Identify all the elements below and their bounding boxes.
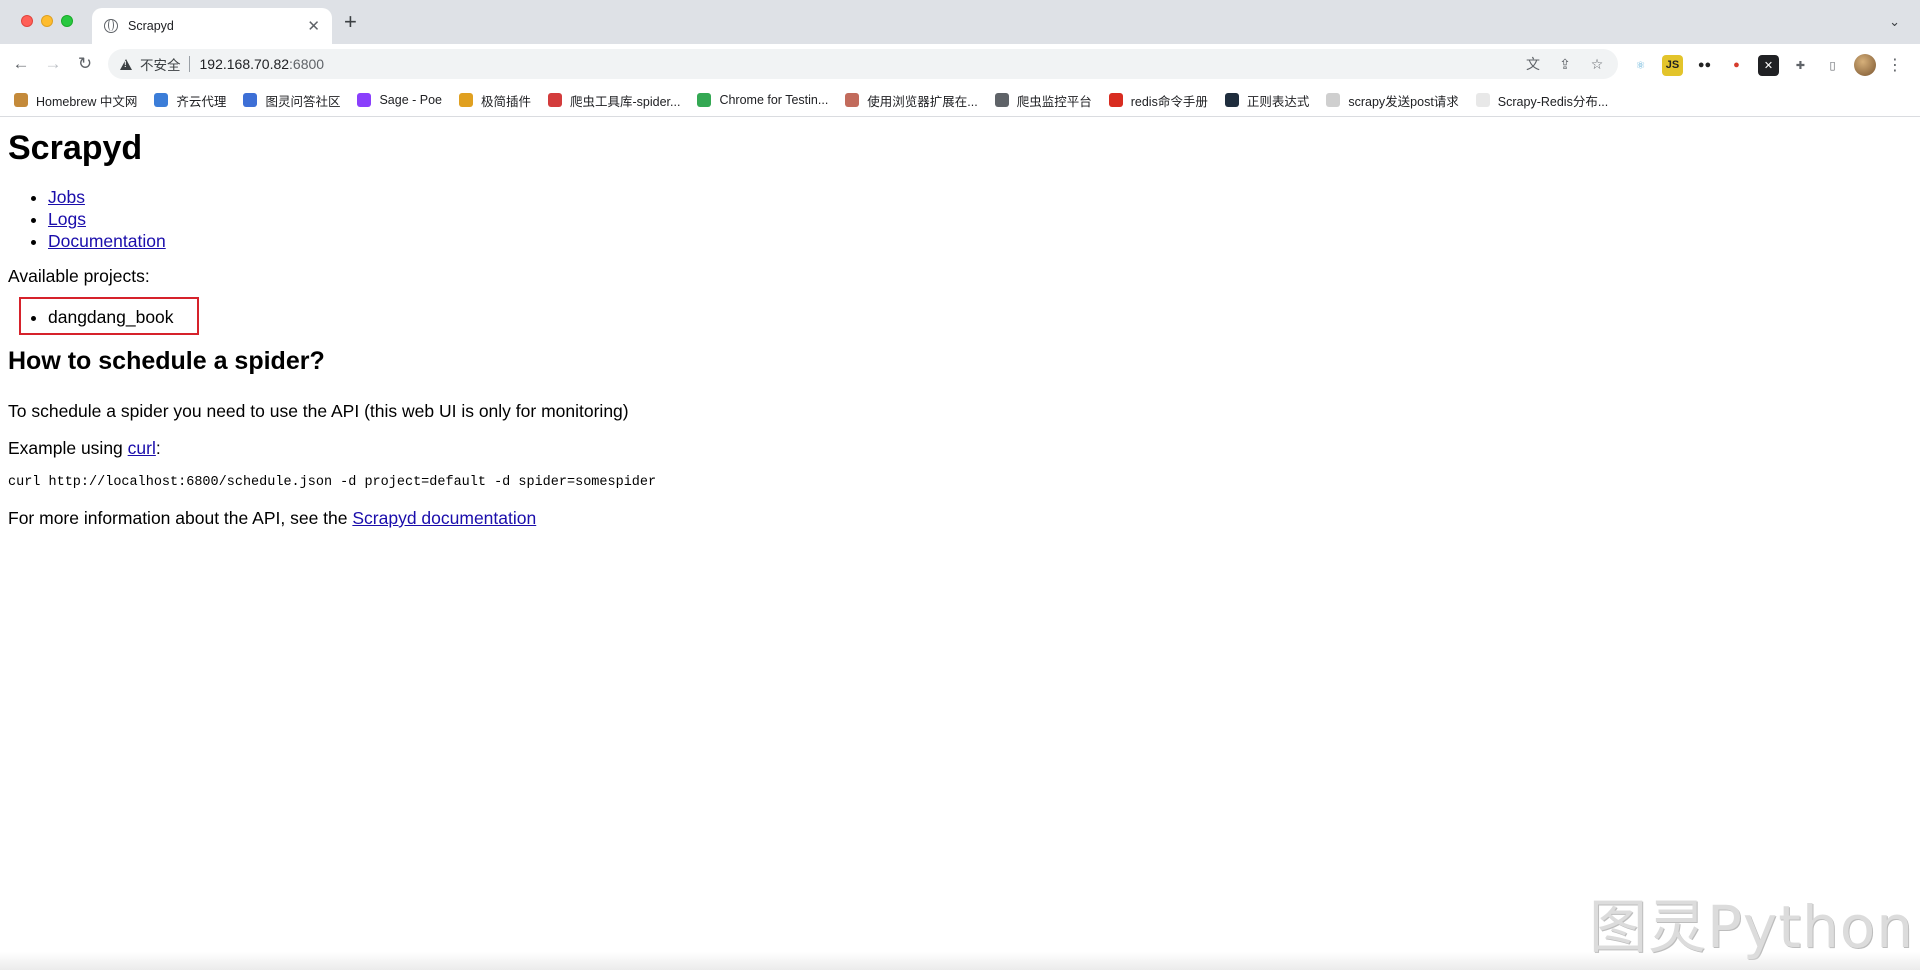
x-icon[interactable]: ✕ — [1758, 54, 1779, 76]
tab-title: Scrapyd — [128, 19, 174, 33]
maximize-window-button[interactable] — [61, 15, 73, 27]
puzzle-icon[interactable]: ✚ — [1790, 55, 1811, 76]
extensions-area: ⚛ JS ●● ● ✕ ✚ ▯ ⋮ — [1630, 54, 1903, 76]
bookmark-favicon-icon — [14, 93, 28, 107]
bookmark-label: 爬虫监控平台 — [1016, 94, 1092, 109]
bookmark-favicon-icon — [243, 93, 258, 107]
bookmark-label: 图灵问答社区 — [265, 94, 341, 109]
bookmark-label: 正则表达式 — [1246, 94, 1310, 109]
bottom-shadow — [0, 952, 1920, 970]
bookmark-label: Scrapy-Redis分布... — [1497, 94, 1609, 109]
close-tab-icon[interactable]: ✕ — [307, 19, 320, 34]
bookmark-item[interactable]: 爬虫监控平台 — [994, 91, 1092, 110]
bookmark-item[interactable]: scrapy发送post请求 — [1326, 91, 1459, 110]
projects-list: dangdang_book — [21, 306, 174, 328]
project-item: dangdang_book — [48, 306, 174, 328]
address-bar-actions: 文 ⇪ ☆ — [1524, 55, 1606, 73]
js-icon[interactable]: JS — [1662, 54, 1683, 76]
bookmark-favicon-icon — [459, 93, 473, 107]
page-content: Scrapyd Jobs Logs Documentation Availabl… — [0, 117, 1920, 970]
bookmark-favicon-icon — [1475, 93, 1490, 107]
example-suffix: : — [155, 438, 161, 458]
bookmark-favicon-icon — [548, 93, 563, 107]
close-window-button[interactable] — [21, 15, 33, 27]
more-info-prefix: For more information about the API, see … — [8, 508, 353, 528]
bookmark-item[interactable]: 爬虫工具库-spider... — [548, 91, 680, 110]
bookmark-item[interactable]: Homebrew 中文网 — [14, 91, 137, 110]
curl-link[interactable]: curl — [128, 438, 156, 458]
tab-scrapyd[interactable]: Scrapyd ✕ — [92, 8, 332, 44]
browser-chrome: Scrapyd ✕ + ⌄ ← → ↻ 不安全 192.168.70.82 :6… — [0, 0, 1920, 117]
share-icon[interactable]: ⇪ — [1556, 55, 1574, 73]
bookmark-item[interactable]: Sage - Poe — [357, 93, 442, 107]
sidepanel-icon[interactable]: ▯ — [1822, 55, 1843, 76]
jobs-link[interactable]: Jobs — [48, 187, 85, 207]
bookmark-label: scrapy发送post请求 — [1348, 94, 1459, 109]
bookmark-favicon-icon — [697, 93, 712, 107]
bookmark-favicon-icon — [1224, 93, 1239, 107]
address-bar[interactable]: 不安全 192.168.70.82 :6800 文 ⇪ ☆ — [108, 49, 1618, 79]
documentation-link[interactable]: Documentation — [48, 231, 166, 251]
tab-bar: Scrapyd ✕ + ⌄ — [0, 0, 1920, 44]
avatar[interactable] — [1854, 54, 1876, 76]
security-label[interactable]: 不安全 — [140, 54, 181, 74]
howto-heading: How to schedule a spider? — [8, 347, 325, 375]
bookmark-label: Chrome for Testin... — [719, 93, 829, 107]
more-info-line: For more information about the API, see … — [8, 508, 656, 529]
logs-link[interactable]: Logs — [48, 209, 86, 229]
bookmark-item[interactable]: Chrome for Testin... — [697, 93, 828, 107]
url-host[interactable]: 192.168.70.82 — [200, 56, 290, 72]
react-icon[interactable]: ⚛ — [1630, 55, 1651, 76]
bookmark-label: 极简插件 — [481, 94, 532, 109]
more-menu-icon[interactable]: ⋮ — [1887, 55, 1903, 75]
bookmark-item[interactable]: 正则表达式 — [1224, 91, 1310, 110]
star-icon[interactable]: ☆ — [1588, 55, 1606, 73]
code-example: curl http://localhost:6800/schedule.json… — [8, 475, 657, 490]
tomato-icon[interactable]: ● — [1726, 55, 1747, 76]
bookmark-item[interactable]: 图灵问答社区 — [243, 91, 340, 110]
nav-item: Logs — [48, 208, 656, 230]
translate-icon[interactable]: 文 — [1524, 55, 1542, 73]
new-tab-button[interactable]: + — [344, 11, 357, 33]
bookmark-favicon-icon — [154, 93, 169, 107]
bookmark-item[interactable]: 齐云代理 — [154, 91, 226, 110]
bookmark-label: Homebrew 中文网 — [36, 94, 138, 109]
bookmark-favicon-icon — [1326, 93, 1341, 107]
chevron-down-icon[interactable]: ⌄ — [1889, 14, 1900, 30]
available-projects-label: Available projects: — [8, 266, 150, 286]
bookmark-favicon-icon — [1108, 93, 1123, 107]
bookmark-favicon-icon — [845, 93, 860, 107]
minimize-window-button[interactable] — [41, 15, 53, 27]
toolbar: ← → ↻ 不安全 192.168.70.82 :6800 文 ⇪ ☆ ⚛ JS… — [0, 44, 1920, 84]
bookmark-label: 使用浏览器扩展在... — [867, 94, 978, 109]
example-prefix: Example using — [8, 438, 128, 458]
bookmark-label: redis命令手册 — [1130, 94, 1208, 109]
nav-item: Documentation — [48, 230, 656, 252]
bookmark-item[interactable]: redis命令手册 — [1108, 91, 1208, 110]
highlight-box: dangdang_book — [19, 297, 199, 335]
warning-icon — [120, 58, 132, 70]
glasses-icon[interactable]: ●● — [1694, 55, 1715, 76]
back-button[interactable]: ← — [9, 52, 33, 76]
url-port[interactable]: :6800 — [289, 56, 324, 72]
address-separator — [188, 56, 190, 72]
bookmark-item[interactable]: Scrapy-Redis分布... — [1475, 91, 1609, 110]
forward-button[interactable]: → — [41, 52, 65, 76]
bookmark-label: 爬虫工具库-spider... — [570, 94, 681, 109]
bookmark-label: Sage - Poe — [379, 93, 442, 107]
bookmark-item[interactable]: 极简插件 — [459, 91, 531, 110]
bookmark-favicon-icon — [994, 93, 1009, 107]
bookmark-label: 齐云代理 — [176, 94, 227, 109]
bookmarks-bar: Homebrew 中文网 齐云代理 图灵问答社区 Sage - Poe 极简插件 爬虫工具… — [0, 84, 1920, 116]
reload-button[interactable]: ↻ — [73, 52, 97, 76]
nav-item: Jobs — [48, 186, 656, 208]
scrapyd-documentation-link[interactable]: Scrapyd documentation — [352, 508, 536, 528]
bookmark-item[interactable]: 使用浏览器扩展在... — [845, 91, 978, 110]
bookmark-favicon-icon — [357, 93, 372, 107]
intro-text: To schedule a spider you need to use the… — [8, 401, 629, 421]
nav-list: Jobs Logs Documentation — [8, 186, 656, 252]
globe-icon — [104, 19, 118, 33]
page-title: Scrapyd — [8, 129, 143, 167]
example-line: Example using curl: — [8, 438, 656, 459]
